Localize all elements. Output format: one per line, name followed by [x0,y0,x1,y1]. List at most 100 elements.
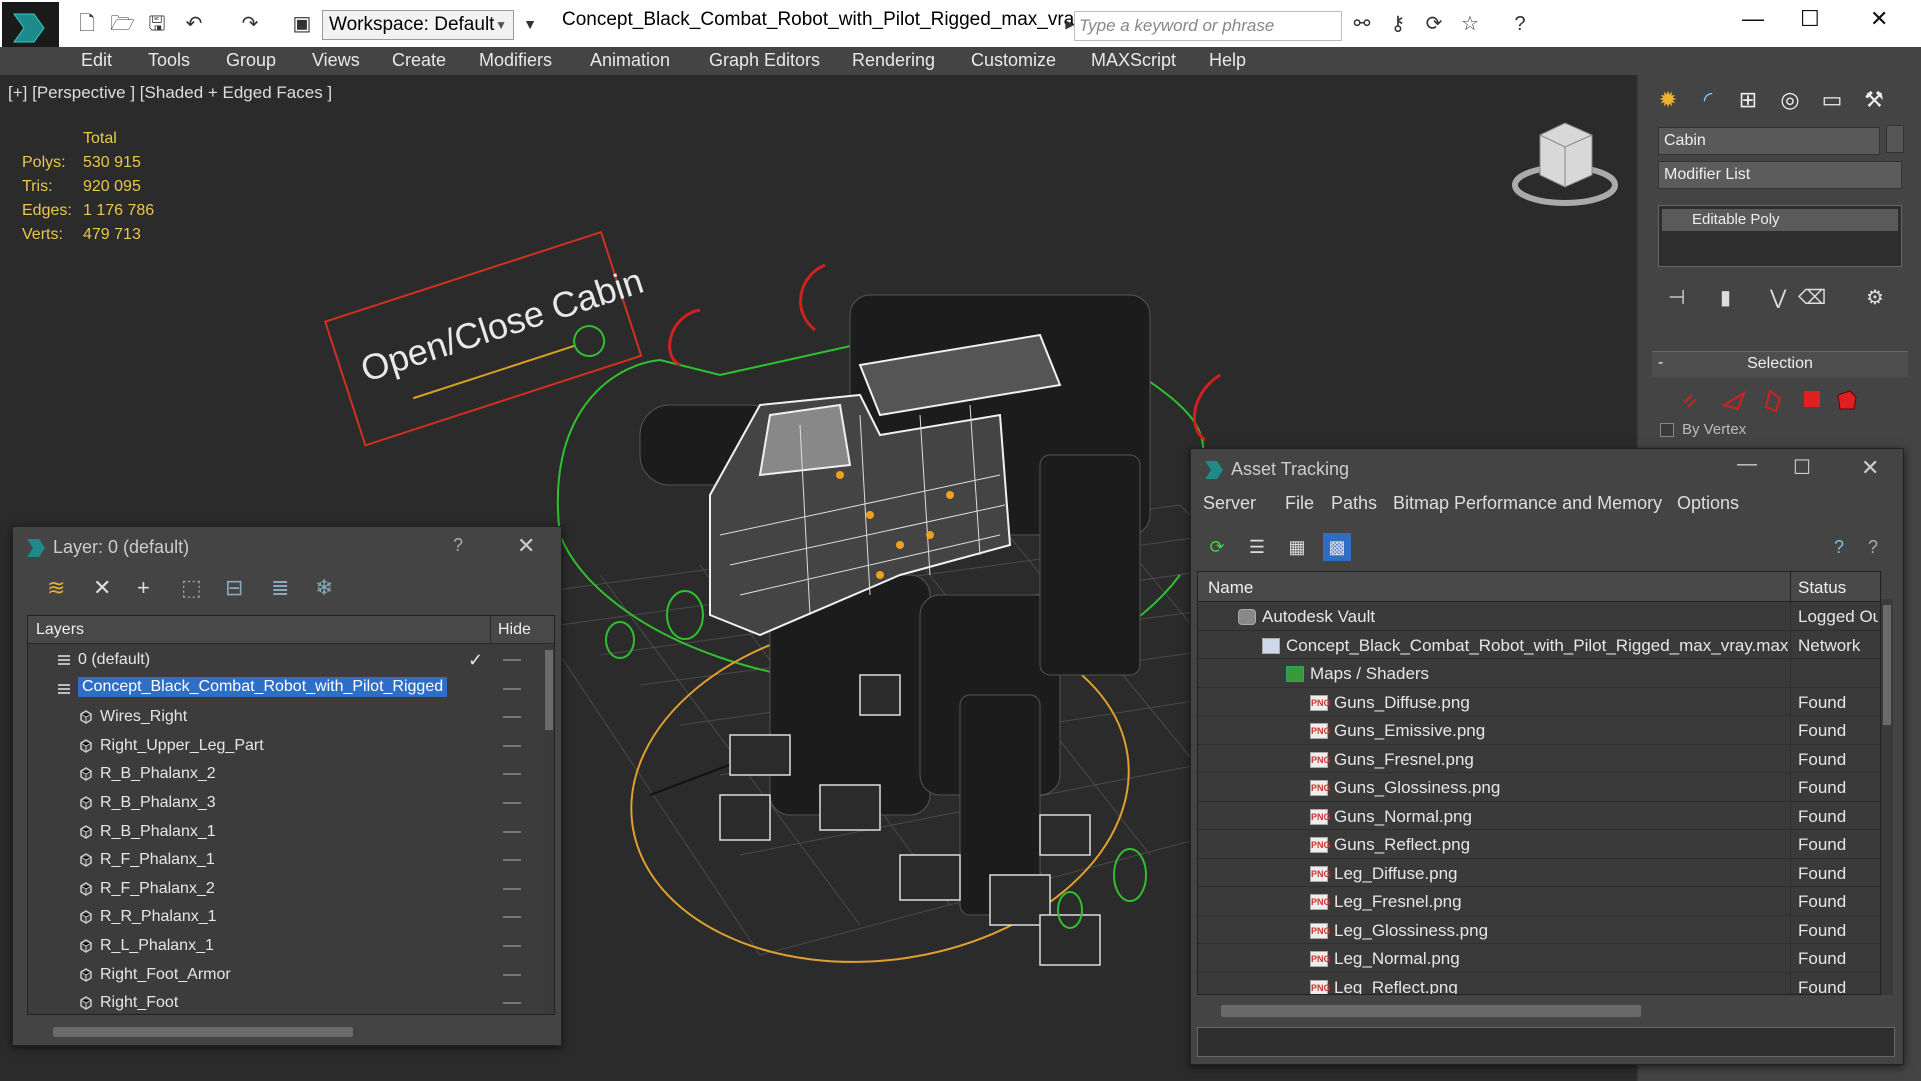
star-icon[interactable]: ☆ [1458,12,1482,36]
hide-toggle[interactable] [503,830,521,833]
help-icon[interactable]: ? [1825,533,1853,561]
asset-row[interactable]: PNG Guns_Emissive.png Found [1198,716,1880,745]
object-row[interactable]: R_B_Phalanx_2 [28,760,540,788]
remove-modifier-icon[interactable]: ⌫ [1798,285,1826,310]
hide-toggle[interactable] [503,887,521,890]
minimize-window-icon[interactable]: — [1742,6,1764,32]
new-file-icon[interactable]: 🗋 [75,12,99,36]
create-tab-icon[interactable]: ✹ [1650,83,1686,117]
layer-row[interactable]: Concept_Black_Combat_Robot_with_Pilot_Ri… [28,675,540,703]
object-row[interactable]: Right_Upper_Leg_Part [28,732,540,760]
asset-row[interactable]: PNG Leg_Glossiness.png Found [1198,915,1880,944]
active-layer-check-icon[interactable]: ✓ [468,650,483,671]
asset-row[interactable]: PNG Guns_Reflect.png Found [1198,830,1880,859]
menu-rendering[interactable]: Rendering [852,50,935,71]
table-view-icon[interactable]: ▩ [1323,533,1351,561]
make-unique-icon[interactable]: ⋁ [1770,285,1786,310]
horizontal-scrollbar[interactable] [53,1027,353,1037]
menu-create[interactable]: Create [392,50,446,71]
object-row[interactable]: R_B_Phalanx_1 [28,818,540,846]
freeze-all-icon[interactable]: ❄ [315,575,333,601]
menu-modifiers[interactable]: Modifiers [479,50,552,71]
viewport-label[interactable]: [+] [Perspective ] [Shaded + Edged Faces… [8,83,332,103]
hide-toggle[interactable] [503,659,521,661]
hide-toggle[interactable] [503,802,521,804]
menu-tools[interactable]: Tools [148,50,190,71]
hide-toggle[interactable] [503,859,521,862]
asset-row[interactable]: PNG Leg_Diffuse.png Found [1198,858,1880,887]
object-name-field[interactable]: Cabin [1658,127,1880,155]
asset-row[interactable]: PNG Leg_Fresnel.png Found [1198,887,1880,916]
col-header-status[interactable]: Status [1798,578,1846,598]
object-row[interactable]: Right_Foot_Armor [28,961,540,989]
asset-row[interactable]: PNG Guns_Fresnel.png Found [1198,744,1880,773]
vertical-scrollbar[interactable] [544,646,554,1014]
layers-icon[interactable]: ≋ [47,575,65,601]
hide-toggle[interactable] [503,773,521,776]
hide-all-icon[interactable]: ≣ [271,575,289,601]
close-icon[interactable]: ✕ [517,533,535,559]
context-help-icon[interactable]: ? [1859,533,1887,561]
object-row[interactable]: R_R_Phalanx_1 [28,903,540,931]
menu-server[interactable]: Server [1203,493,1256,514]
highlight-layer-icon[interactable]: ⊟ [225,575,243,601]
by-vertex-checkbox[interactable]: By Vertex [1660,421,1746,438]
menu-views[interactable]: Views [312,50,360,71]
select-objects-icon[interactable]: ⬚ [181,575,202,601]
menu-group[interactable]: Group [226,50,276,71]
refresh-icon[interactable]: ⟳ [1203,533,1231,561]
object-row[interactable]: Right_Foot [28,989,540,1014]
minimize-icon[interactable]: — [1737,453,1757,476]
save-icon[interactable]: 🖫 [145,12,169,36]
configure-sets-icon[interactable]: ⚙ [1866,285,1884,310]
layer-row[interactable]: 0 (default) ✓ [28,646,540,674]
workspace-menu-icon[interactable]: ▼ [518,12,542,36]
selection-rollout[interactable]: - Selection [1652,351,1908,377]
close-window-icon[interactable]: ✕ [1870,6,1888,32]
asset-row[interactable]: Concept_Black_Combat_Robot_with_Pilot_Ri… [1198,630,1880,659]
display-tab-icon[interactable]: ▭ [1814,83,1850,117]
project-folder-icon[interactable]: ▣ [290,12,314,36]
key-icon[interactable]: ⚷ [1386,12,1410,36]
menu-options[interactable]: Options [1677,493,1739,514]
undo-icon[interactable]: ↶ [182,12,206,36]
asset-row[interactable]: PNG Leg_Normal.png Found [1198,944,1880,973]
scrollbar-thumb[interactable] [1883,605,1891,725]
menu-animation[interactable]: Animation [590,50,670,71]
scrollbar-thumb[interactable] [545,650,553,730]
show-end-result-icon[interactable]: ▮ [1720,285,1731,310]
col-header-name[interactable]: Name [1208,578,1253,598]
binoculars-icon[interactable]: ⚯ [1350,12,1374,36]
hide-toggle[interactable] [503,916,521,919]
utilities-tab-icon[interactable]: ⚒ [1856,83,1892,117]
open-file-icon[interactable]: 🗁 [110,12,135,36]
close-icon[interactable]: ✕ [1861,455,1879,481]
menu-customize[interactable]: Customize [971,50,1056,71]
object-row[interactable]: Wires_Right [28,703,540,731]
asset-row[interactable]: PNG Guns_Diffuse.png Found [1198,687,1880,716]
menu-file[interactable]: File [1285,493,1314,514]
hierarchy-tab-icon[interactable]: ⊞ [1730,83,1766,117]
asset-row[interactable]: Autodesk Vault Logged Out [1198,602,1880,631]
help-icon[interactable]: ? [1508,12,1532,36]
asset-row[interactable]: Maps / Shaders [1198,659,1880,688]
asset-window-titlebar[interactable]: Asset Tracking — ☐ ✕ [1191,449,1903,489]
modify-tab-icon[interactable]: ◜ [1690,83,1726,117]
maximize-window-icon[interactable]: ☐ [1800,6,1820,32]
modifier-stack-item[interactable]: Editable Poly [1662,209,1898,231]
object-row[interactable]: R_L_Phalanx_1 [28,932,540,960]
connect-icon[interactable]: ⟳ [1422,12,1446,36]
menu-maxscript[interactable]: MAXScript [1091,50,1176,71]
layer-window-titlebar[interactable]: Layer: 0 (default) ? ✕ [13,527,561,567]
horizontal-scrollbar[interactable] [1221,1005,1641,1017]
add-icon[interactable]: + [137,575,150,601]
menu-paths[interactable]: Paths [1331,493,1377,514]
menu-help[interactable]: Help [1209,50,1246,71]
hide-toggle[interactable] [503,1002,521,1005]
menu-bitmap-performance[interactable]: Bitmap Performance and Memory [1393,493,1662,514]
asset-path-field[interactable] [1197,1027,1895,1057]
asset-row[interactable]: PNG Leg_Reflect.png Found [1198,972,1880,994]
workspace-select[interactable]: Workspace: Default ▼ [322,10,514,40]
detail-view-icon[interactable]: ▦ [1283,533,1311,561]
asset-row[interactable]: PNG Guns_Normal.png Found [1198,801,1880,830]
